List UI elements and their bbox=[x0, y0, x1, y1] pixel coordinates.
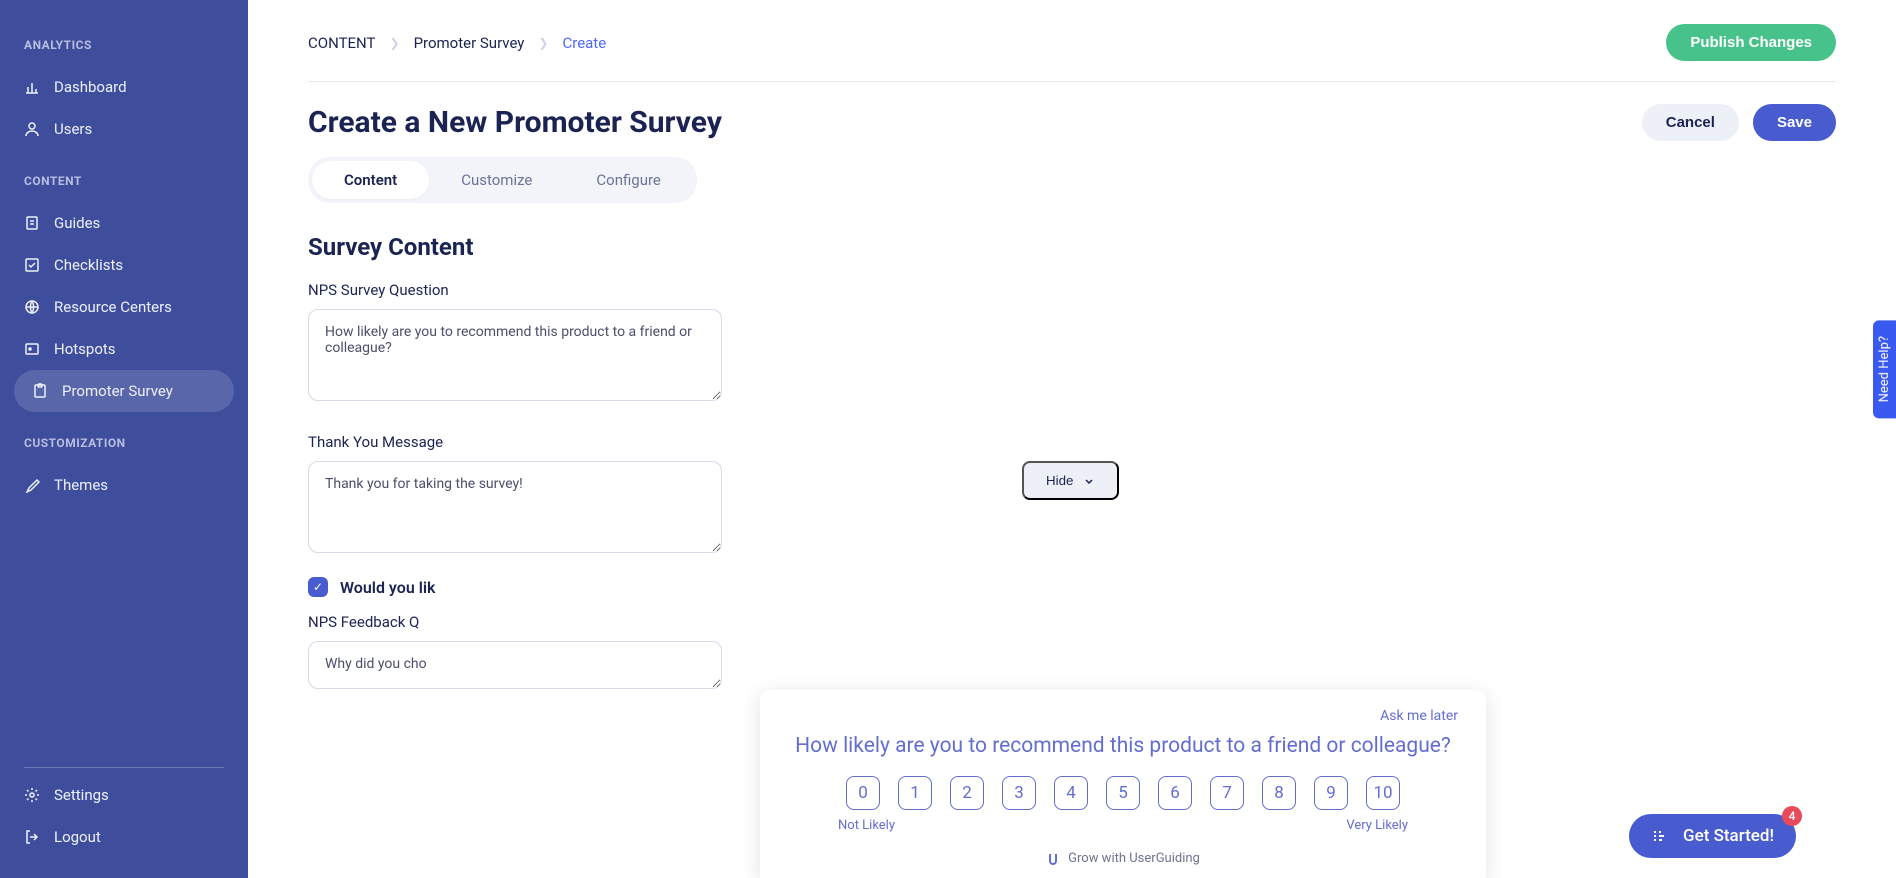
breadcrumb-root[interactable]: CONTENT bbox=[308, 34, 376, 52]
sidebar-item-dashboard[interactable]: Dashboard bbox=[0, 66, 248, 108]
document-icon bbox=[24, 215, 40, 231]
nps-low-label: Not Likely bbox=[838, 818, 895, 833]
sidebar-divider bbox=[24, 767, 224, 768]
need-help-tab[interactable]: Need Help? bbox=[1873, 320, 1896, 418]
sidebar-item-resource-centers[interactable]: Resource Centers bbox=[0, 286, 248, 328]
nps-preview-card: Ask me later How likely are you to recom… bbox=[760, 690, 1486, 878]
userguiding-brand-link[interactable]: Grow with UserGuiding bbox=[788, 851, 1458, 866]
chart-icon bbox=[24, 79, 40, 95]
sidebar-item-settings[interactable]: Settings bbox=[0, 774, 248, 816]
nps-score-7[interactable]: 7 bbox=[1210, 776, 1244, 810]
feedback-checkbox[interactable]: ✓ bbox=[308, 577, 328, 597]
hide-button-label: Hide bbox=[1046, 473, 1073, 488]
sidebar-item-label: Promoter Survey bbox=[62, 382, 173, 400]
nps-score-0[interactable]: 0 bbox=[846, 776, 880, 810]
nps-score-5[interactable]: 5 bbox=[1106, 776, 1140, 810]
sidebar-item-label: Dashboard bbox=[54, 78, 127, 96]
sidebar-item-logout[interactable]: Logout bbox=[0, 816, 248, 858]
thank-you-input[interactable] bbox=[308, 461, 722, 553]
tab-configure[interactable]: Configure bbox=[564, 161, 693, 199]
nps-score-4[interactable]: 4 bbox=[1054, 776, 1088, 810]
chevron-right-icon: ❯ bbox=[538, 36, 548, 50]
get-started-label: Get Started! bbox=[1683, 826, 1774, 846]
logout-icon bbox=[24, 829, 40, 845]
sidebar-section-customization: CUSTOMIZATION bbox=[0, 436, 248, 450]
nps-question-input[interactable] bbox=[308, 309, 722, 401]
sidebar-item-label: Guides bbox=[54, 214, 100, 232]
nps-high-label: Very Likely bbox=[1346, 818, 1408, 833]
nps-score-scale: 0 1 2 3 4 5 6 7 8 9 10 bbox=[788, 776, 1458, 810]
hotspot-icon bbox=[24, 341, 40, 357]
nps-score-8[interactable]: 8 bbox=[1262, 776, 1296, 810]
sidebar: ANALYTICS Dashboard Users CONTENT Guides… bbox=[0, 0, 248, 878]
sidebar-item-hotspots[interactable]: Hotspots bbox=[0, 328, 248, 370]
sidebar-item-label: Users bbox=[54, 120, 92, 138]
sidebar-item-label: Logout bbox=[54, 828, 101, 846]
nps-score-1[interactable]: 1 bbox=[898, 776, 932, 810]
nps-preview-question: How likely are you to recommend this pro… bbox=[788, 734, 1458, 758]
nps-score-3[interactable]: 3 bbox=[1002, 776, 1036, 810]
nps-score-6[interactable]: 6 bbox=[1158, 776, 1192, 810]
gear-icon bbox=[24, 787, 40, 803]
sidebar-item-label: Resource Centers bbox=[54, 298, 172, 316]
sidebar-section-analytics: ANALYTICS bbox=[0, 38, 248, 52]
sidebar-item-themes[interactable]: Themes bbox=[0, 464, 248, 506]
chevron-right-icon: ❯ bbox=[390, 36, 400, 50]
sidebar-section-content: CONTENT bbox=[0, 174, 248, 188]
breadcrumb: CONTENT ❯ Promoter Survey ❯ Create bbox=[308, 34, 606, 52]
checklist-icon bbox=[24, 257, 40, 273]
sidebar-item-label: Themes bbox=[54, 476, 108, 494]
nps-score-10[interactable]: 10 bbox=[1366, 776, 1400, 810]
nps-question-label: NPS Survey Question bbox=[308, 281, 1836, 299]
nps-score-9[interactable]: 9 bbox=[1314, 776, 1348, 810]
ask-later-link[interactable]: Ask me later bbox=[1380, 708, 1458, 724]
hide-button[interactable]: Hide bbox=[1022, 461, 1119, 500]
nps-score-2[interactable]: 2 bbox=[950, 776, 984, 810]
sidebar-item-guides[interactable]: Guides bbox=[0, 202, 248, 244]
page-title: Create a New Promoter Survey bbox=[308, 105, 722, 140]
userguiding-logo-icon bbox=[1046, 852, 1060, 866]
checklist-icon bbox=[1651, 827, 1669, 845]
feedback-checkbox-label: Would you lik bbox=[340, 578, 435, 597]
save-button[interactable]: Save bbox=[1753, 104, 1836, 141]
clipboard-icon bbox=[32, 383, 48, 399]
tab-content[interactable]: Content bbox=[312, 161, 429, 199]
sidebar-item-checklists[interactable]: Checklists bbox=[0, 244, 248, 286]
breadcrumb-item[interactable]: Promoter Survey bbox=[414, 34, 525, 52]
breadcrumb-current: Create bbox=[562, 34, 606, 52]
chevron-down-icon bbox=[1083, 475, 1095, 487]
sidebar-item-label: Checklists bbox=[54, 256, 123, 274]
publish-button[interactable]: Publish Changes bbox=[1666, 24, 1836, 61]
user-icon bbox=[24, 121, 40, 137]
globe-icon bbox=[24, 299, 40, 315]
brand-text: Grow with UserGuiding bbox=[1068, 851, 1200, 866]
tab-customize[interactable]: Customize bbox=[429, 161, 564, 199]
brush-icon bbox=[24, 477, 40, 493]
section-title: Survey Content bbox=[308, 233, 1836, 261]
thank-you-label: Thank You Message bbox=[308, 433, 1836, 451]
sidebar-item-label: Hotspots bbox=[54, 340, 116, 358]
sidebar-item-label: Settings bbox=[54, 786, 109, 804]
get-started-badge: 4 bbox=[1782, 806, 1802, 826]
cancel-button[interactable]: Cancel bbox=[1642, 104, 1739, 141]
get-started-button[interactable]: Get Started! 4 bbox=[1629, 814, 1796, 858]
feedback-question-input[interactable] bbox=[308, 641, 722, 689]
sidebar-item-promoter-survey[interactable]: Promoter Survey bbox=[14, 370, 234, 412]
feedback-question-label: NPS Feedback Q bbox=[308, 613, 1836, 631]
sidebar-item-users[interactable]: Users bbox=[0, 108, 248, 150]
tabstrip: Content Customize Configure bbox=[308, 157, 697, 203]
